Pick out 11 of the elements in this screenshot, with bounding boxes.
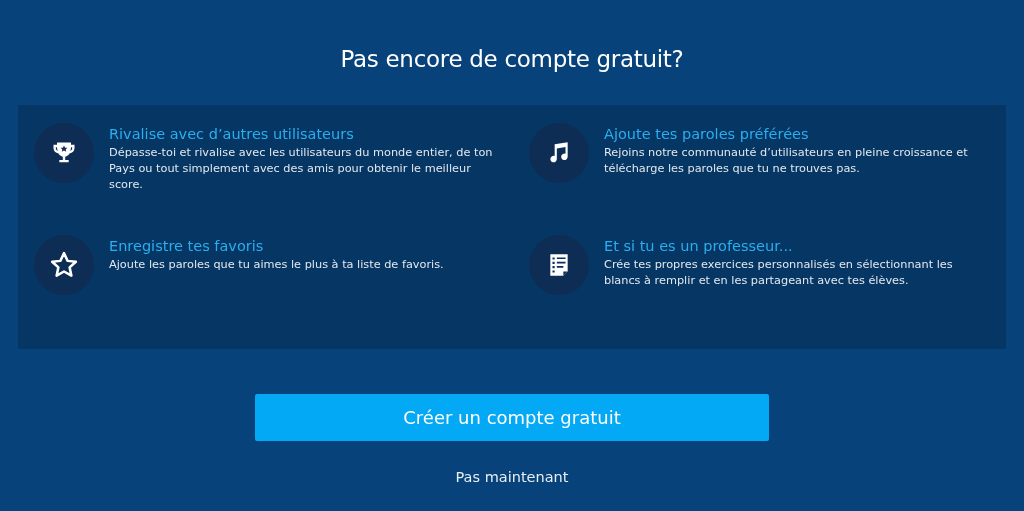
heading: Pas encore de compte gratuit?: [340, 46, 684, 72]
feature-description: Ajoute les paroles que tu aimes le plus à ta liste de favoris.: [109, 257, 444, 273]
feature-description: Crée tes propres exercices personnalisés en sélectionnant les blancs à remplir et en les partageant avec tes élèves.: [604, 257, 954, 289]
feature-description: Rejoins notre communauté d’utilisateurs en pleine croissance et télécharge les paroles que tu ne trouves pas.: [604, 145, 969, 177]
not-now-link[interactable]: Pas maintenant: [455, 469, 569, 485]
feature-title: Rivalise avec d’autres utilisateurs: [109, 126, 355, 142]
feature-title: Ajoute tes paroles préférées: [604, 126, 810, 142]
feature-title: Et si tu es un professeur...: [604, 238, 794, 254]
feature-description: Dépasse-toi et rivalise avec les utilisateurs du monde entier, de ton Pays ou tout simplement avec des amis pour obtenir le meilleur score.: [109, 145, 494, 193]
star-icon: [49, 250, 79, 280]
feature-title: Enregistre tes favoris: [109, 238, 265, 254]
